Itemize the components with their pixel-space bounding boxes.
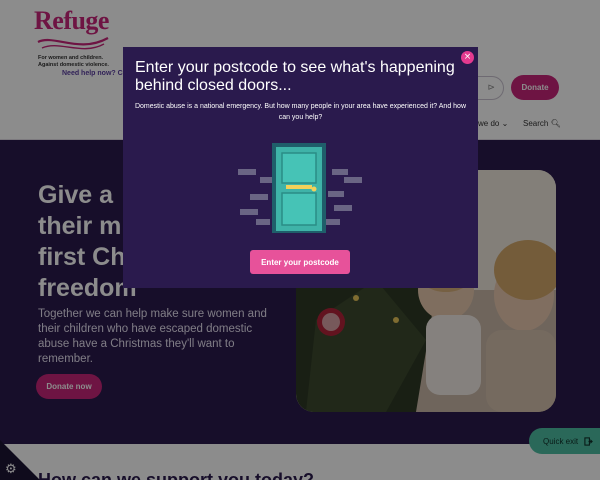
modal-title: Enter your postcode to see what's happen… (135, 59, 455, 94)
postcode-modal: × Enter your postcode to see what's happ… (123, 47, 478, 288)
modal-body: Domestic abuse is a national emergency. … (134, 103, 466, 121)
closed-door-icon (238, 143, 362, 233)
enter-postcode-button[interactable]: Enter your postcode (250, 250, 350, 274)
